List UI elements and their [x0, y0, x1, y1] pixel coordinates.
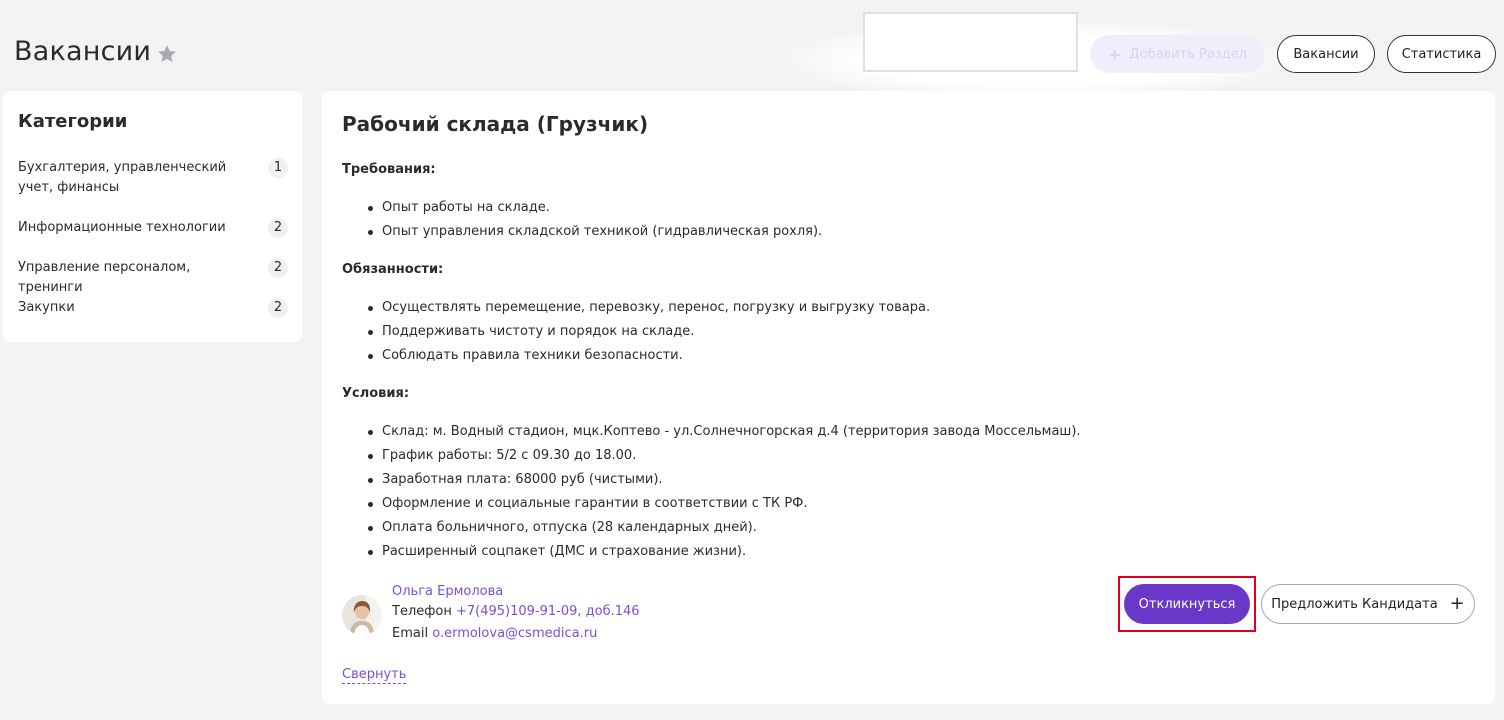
contact-phone-row: Телефон +7(495)109-91-09, доб.146: [392, 604, 640, 619]
email-label: Email: [392, 626, 429, 641]
categories-panel: Категории Бухгалтерия, управленческий уч…: [3, 91, 302, 342]
suggest-candidate-label: Предложить Кандидата: [1271, 596, 1438, 612]
respond-button[interactable]: Откликнуться: [1124, 584, 1250, 624]
requirements-heading: Требования:: [342, 162, 436, 177]
list-item: Поддерживать чистоту и порядок на складе…: [342, 320, 930, 344]
list-item: Осуществлять перемещение, перевозку, пер…: [342, 296, 930, 320]
list-item: Склад: м. Водный стадион, мцк.Коптево - …: [342, 420, 1081, 444]
plus-icon: +: [1449, 593, 1465, 614]
vacancies-button[interactable]: Вакансии: [1277, 35, 1375, 73]
collapse-link[interactable]: Свернуть: [342, 667, 407, 684]
add-section-label: Добавить Раздел: [1129, 46, 1247, 62]
conditions-heading: Условия:: [342, 386, 410, 401]
plus-icon: +: [1108, 44, 1122, 64]
category-label: Закупки: [18, 300, 75, 315]
categories-title: Категории: [18, 111, 128, 132]
requirements-list: Опыт работы на складе. Опыт управления с…: [342, 196, 822, 244]
category-item-it[interactable]: Информационные технологии 2: [18, 218, 288, 238]
add-section-button[interactable]: + Добавить Раздел: [1090, 35, 1265, 73]
vacancy-card: Рабочий склада (Грузчик) Требования: Опы…: [322, 91, 1495, 704]
list-item: Оформление и социальные гарантии в соотв…: [342, 492, 1081, 516]
list-item: График работы: 5/2 с 09.30 до 18.00.: [342, 444, 1081, 468]
category-label: Управление персоналом, тренинги: [18, 260, 191, 295]
vacancy-title: Рабочий склада (Грузчик): [342, 112, 649, 136]
contact-name-link[interactable]: Ольга Ермолова: [392, 584, 503, 599]
conditions-list: Склад: м. Водный стадион, мцк.Коптево - …: [342, 420, 1081, 564]
phone-link[interactable]: +7(495)109-91-09, доб.146: [456, 604, 640, 619]
list-item: Опыт работы на складе.: [342, 196, 822, 220]
category-label: Информационные технологии: [18, 220, 226, 235]
list-item: Расширенный соцпакет (ДМС и страхование …: [342, 540, 1081, 564]
list-item: Оплата больничного, отпуска (28 календар…: [342, 516, 1081, 540]
list-item: Заработная плата: 68000 руб (чистыми).: [342, 468, 1081, 492]
contact-email-row: Email o.ermolova@csmedica.ru: [392, 626, 597, 641]
category-item-hr[interactable]: Управление персоналом, тренинги 2: [18, 258, 288, 298]
page-title: Вакансии: [14, 36, 152, 67]
statistics-button[interactable]: Статистика: [1387, 35, 1496, 73]
category-label: Бухгалтерия, управленческий учет, финанс…: [18, 160, 227, 195]
redacted-frame: [863, 12, 1078, 72]
star-icon[interactable]: [156, 43, 178, 65]
email-link[interactable]: o.ermolova@csmedica.ru: [432, 626, 597, 641]
duties-heading: Обязанности:: [342, 262, 444, 277]
avatar: [342, 595, 382, 635]
category-item-procurement[interactable]: Закупки 2: [18, 298, 288, 318]
duties-list: Осуществлять перемещение, перевозку, пер…: [342, 296, 930, 368]
category-count-badge: 2: [268, 258, 288, 278]
category-item-accounting[interactable]: Бухгалтерия, управленческий учет, финанс…: [18, 158, 288, 198]
list-item: Соблюдать правила техники безопасности.: [342, 344, 930, 368]
suggest-candidate-button[interactable]: Предложить Кандидата +: [1261, 584, 1475, 624]
category-count-badge: 2: [268, 298, 288, 318]
phone-label: Телефон: [392, 604, 452, 619]
category-count-badge: 2: [268, 218, 288, 238]
category-count-badge: 1: [268, 158, 288, 178]
list-item: Опыт управления складской техникой (гидр…: [342, 220, 822, 244]
